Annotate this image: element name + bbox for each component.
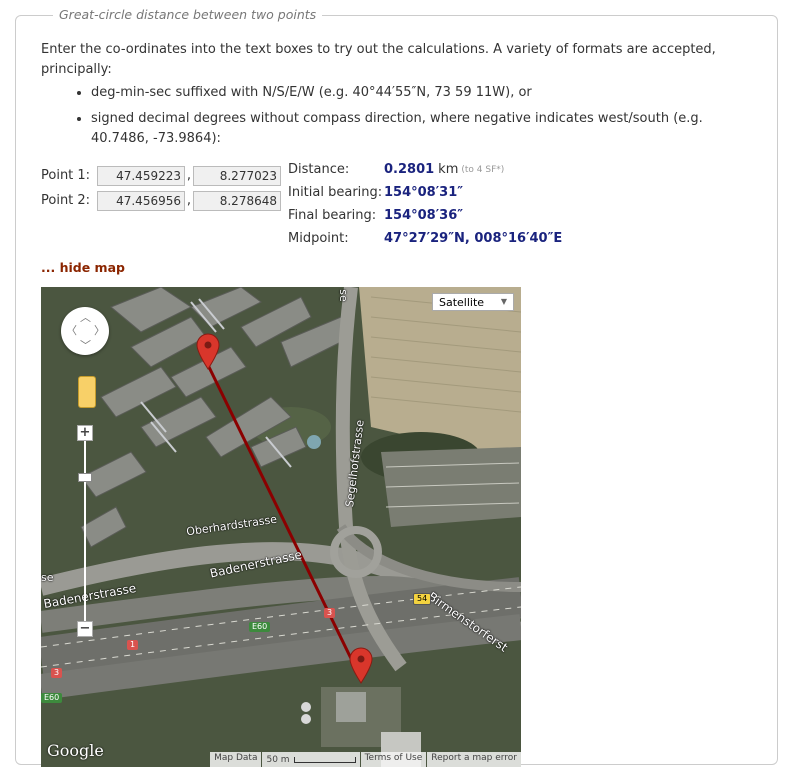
zoom-out-button[interactable]: −	[77, 621, 93, 637]
results-panel: Distance: 0.2801 km (to 4 SF*) Initial b…	[288, 158, 562, 250]
point2-row: Point 2: ,	[41, 188, 281, 213]
pan-up-icon[interactable]: ︿	[80, 312, 91, 323]
street-label-fragment: se	[41, 571, 54, 584]
final-bearing-label: Final bearing:	[288, 208, 377, 223]
distance-value: 0.2801	[384, 162, 435, 177]
intro-section: Enter the co-ordinates into the text box…	[41, 40, 741, 155]
point1-label: Point 1:	[41, 168, 91, 183]
format-item-decimal: signed decimal degrees without compass d…	[91, 109, 741, 149]
route-shield-1: 1	[127, 640, 139, 650]
final-bearing-value: 154°08′36″	[384, 208, 464, 223]
pan-control[interactable]: ︿ ﹀ 〈 〉	[61, 307, 109, 355]
separator: ,	[186, 193, 192, 208]
point2-label: Point 2:	[41, 193, 91, 208]
map-data-link[interactable]: Map Data	[210, 752, 262, 767]
point2-lon-input[interactable]	[193, 190, 281, 211]
midpoint-value: 47°27′29″N, 008°16′40″E	[384, 231, 563, 246]
map-type-value: Satellite	[439, 296, 485, 309]
map-scale: 50 m	[262, 752, 360, 767]
street-view-pegman-icon[interactable]	[78, 376, 96, 408]
pan-left-icon[interactable]: 〈	[66, 325, 77, 336]
route-shield-3: 3	[324, 608, 336, 618]
distance-note: (to 4 SF*)	[461, 164, 505, 175]
route-shield-3: 3	[51, 668, 63, 678]
map-type-select[interactable]: Satellite ▼	[432, 293, 514, 311]
point1-lat-input[interactable]	[97, 165, 185, 186]
hide-map-link[interactable]: ... hide map	[41, 260, 125, 275]
separator: ,	[186, 168, 192, 183]
pan-right-icon[interactable]: 〉	[94, 325, 105, 336]
initial-bearing-label: Initial bearing:	[288, 185, 383, 200]
intro-text: Enter the co-ordinates into the text box…	[41, 42, 716, 77]
initial-bearing-row: Initial bearing: 154°08′31″	[288, 181, 562, 204]
map-attribution-bar: Map Data 50 m Terms of Use Report a map …	[209, 752, 521, 767]
map-view[interactable]: Oberhardstrasse Badenerstrasse Badenerst…	[41, 287, 521, 767]
zoom-slider-track[interactable]	[84, 434, 86, 624]
point1-row: Point 1: ,	[41, 163, 281, 188]
google-logo: Google	[47, 741, 104, 760]
zoom-in-button[interactable]: +	[77, 425, 93, 441]
midpoint-label: Midpoint:	[288, 231, 349, 246]
distance-label: Distance:	[288, 162, 350, 177]
final-bearing-row: Final bearing: 154°08′36″	[288, 204, 562, 227]
route-shield-54: 54	[413, 593, 432, 605]
pan-down-icon[interactable]: ﹀	[80, 340, 91, 351]
coordinate-inputs: Point 1: , Point 2: ,	[41, 163, 281, 213]
satellite-imagery	[41, 287, 521, 767]
format-item-dms: deg-min-sec suffixed with N/S/E/W (e.g. …	[91, 83, 741, 103]
scale-label: 50 m	[266, 754, 290, 765]
report-error-link[interactable]: Report a map error	[427, 752, 521, 767]
chevron-down-icon: ▼	[500, 297, 507, 306]
route-shield-e60: E60	[249, 622, 271, 632]
format-list: deg-min-sec suffixed with N/S/E/W (e.g. …	[41, 83, 741, 149]
street-label-top-fragment: se	[336, 289, 350, 302]
zoom-slider-thumb[interactable]	[78, 473, 92, 482]
distance-row: Distance: 0.2801 km (to 4 SF*)	[288, 158, 562, 181]
scale-bar	[293, 756, 356, 763]
terms-link[interactable]: Terms of Use	[360, 752, 427, 767]
route-shield-e60: E60	[41, 693, 63, 703]
initial-bearing-value: 154°08′31″	[384, 185, 464, 200]
midpoint-row: Midpoint: 47°27′29″N, 008°16′40″E	[288, 227, 562, 250]
point1-lon-input[interactable]	[193, 165, 281, 186]
point2-lat-input[interactable]	[97, 190, 185, 211]
distance-unit: km	[438, 162, 459, 177]
fieldset-legend: Great-circle distance between two points	[53, 7, 323, 22]
